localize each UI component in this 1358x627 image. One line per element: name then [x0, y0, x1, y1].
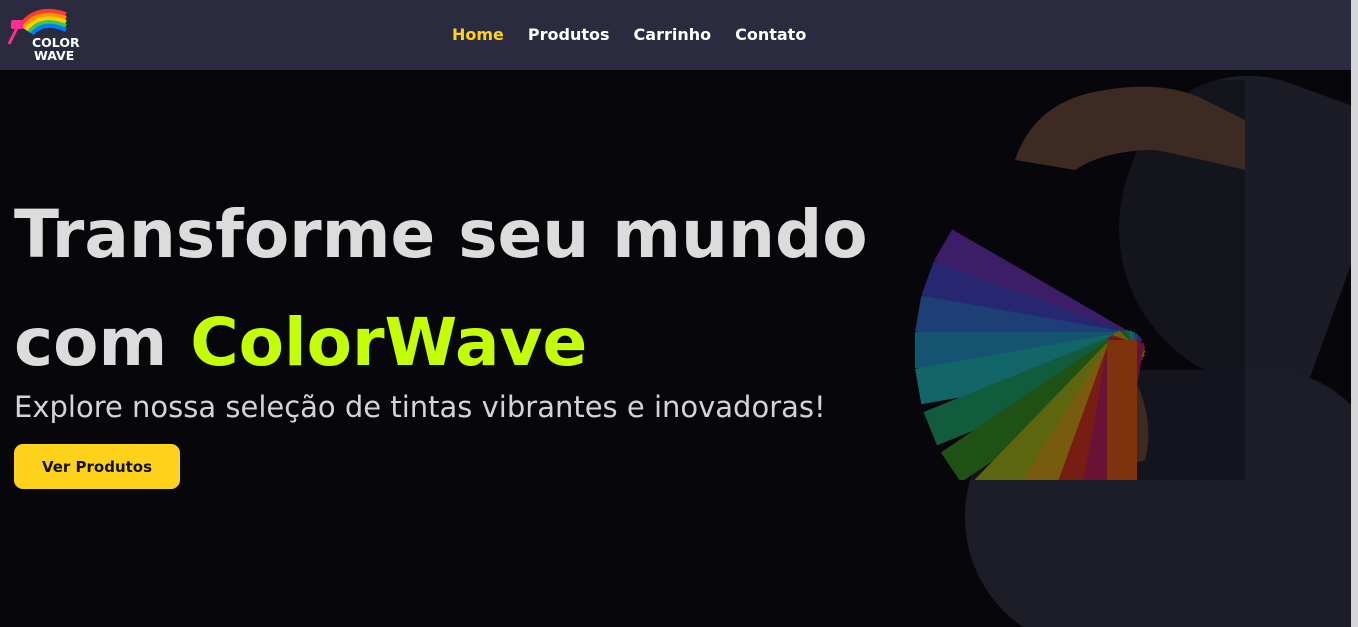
color-swatch-fan-icon — [905, 80, 1245, 480]
hero-subtitle: Explore nossa seleção de tintas vibrante… — [14, 390, 826, 424]
main-nav: Home Produtos Carrinho Contato — [452, 24, 806, 46]
headline-prefix: com — [14, 304, 191, 381]
nav-link-home[interactable]: Home — [452, 24, 504, 46]
brand-logo[interactable]: COLOR WAVE — [6, 6, 82, 64]
site-header: COLOR WAVE Home Produtos Carrinho Contat… — [0, 0, 1351, 70]
hero-section: Transforme seu mundo com ColorWave Explor… — [0, 42, 1358, 627]
page: COLOR WAVE Home Produtos Carrinho Contat… — [0, 0, 1358, 627]
headline-accent-brand: ColorWave — [190, 304, 588, 381]
hero-headline: Transforme seu mundo com ColorWave — [14, 181, 868, 397]
nav-link-produtos[interactable]: Produtos — [528, 24, 610, 46]
view-products-button[interactable]: Ver Produtos — [14, 444, 180, 489]
nav-link-carrinho[interactable]: Carrinho — [634, 24, 712, 46]
logo-wordmark: COLOR WAVE — [32, 36, 80, 62]
page-scrollbar[interactable] — [1351, 0, 1358, 627]
headline-line-1: Transforme seu mundo — [14, 196, 868, 273]
logo-line-2: WAVE — [34, 48, 75, 63]
nav-link-contato[interactable]: Contato — [735, 24, 806, 46]
